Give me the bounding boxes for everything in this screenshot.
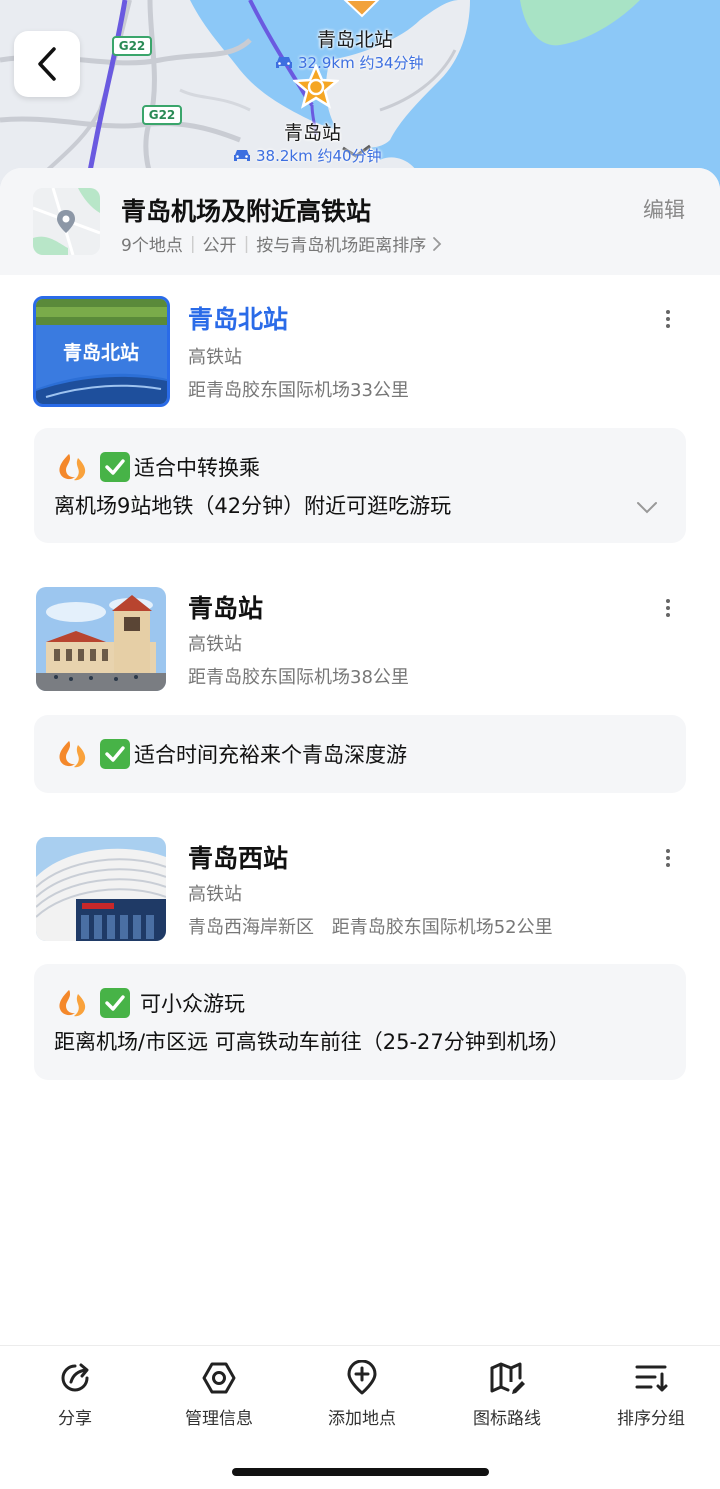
- place-note[interactable]: 可小众游玩 距离机场/市区远 可高铁动车前往（25-27分钟到机场）: [34, 964, 686, 1080]
- note-title-row: 适合时间充裕来个青岛深度游: [56, 739, 407, 769]
- flame-icon: [59, 990, 86, 1017]
- map-route-icon: [490, 1362, 525, 1394]
- sort-group-button[interactable]: 排序分组: [591, 1360, 711, 1429]
- place-area: 青岛西海岸新区: [188, 917, 314, 938]
- list-title: 青岛机场及附近高铁站: [121, 197, 372, 226]
- divider: |: [189, 233, 196, 254]
- flame-icon: [59, 741, 86, 768]
- note-title: 适合中转换乘: [134, 456, 260, 480]
- station-photo: [36, 587, 166, 691]
- place-name[interactable]: 青岛北站: [188, 300, 288, 336]
- visibility-status: 公开: [202, 236, 237, 256]
- list-meta: 9个地点 | 公开 | 按与青岛机场距离排序: [121, 231, 442, 256]
- car-icon: [276, 56, 292, 68]
- place-photo[interactable]: [36, 587, 166, 691]
- chevron-left-icon: [38, 47, 56, 81]
- note-title-row: 适合中转换乘: [56, 452, 260, 482]
- place-note[interactable]: 适合时间充裕来个青岛深度游: [34, 715, 686, 793]
- share-icon: [61, 1363, 89, 1392]
- place-count: 9个地点: [121, 236, 183, 256]
- edit-button[interactable]: 编辑: [643, 194, 685, 224]
- place-distance: 青岛西海岸新区 距青岛胶东国际机场52公里: [188, 913, 553, 939]
- note-title: 适合时间充裕来个青岛深度游: [134, 743, 407, 767]
- place-item[interactable]: 青岛西站 高铁站 青岛西海岸新区 距青岛胶东国际机场52公里: [0, 837, 720, 943]
- chevron-down-icon[interactable]: [636, 501, 658, 514]
- toolbar-label: 图标路线: [473, 1409, 541, 1429]
- list-thumbnail[interactable]: [33, 188, 100, 255]
- flame-icon: [59, 454, 86, 481]
- station-photo: 青岛北站: [36, 299, 167, 404]
- sort-option[interactable]: 按与青岛机场距离排序: [256, 231, 426, 256]
- map-thumbnail-icon: [33, 188, 100, 255]
- more-options-icon[interactable]: [660, 308, 676, 330]
- check-mark-icon: [100, 452, 130, 482]
- toolbar-label: 添加地点: [328, 1409, 396, 1429]
- note-body: 离机场9站地铁（42分钟）附近可逛吃游玩: [54, 494, 452, 518]
- map-label-station[interactable]: 青岛站: [284, 118, 341, 145]
- home-indicator[interactable]: [232, 1468, 489, 1476]
- check-mark-icon: [100, 988, 130, 1018]
- toolbar-label: 分享: [58, 1409, 92, 1429]
- map-route-button[interactable]: 图标路线: [447, 1360, 567, 1429]
- check-mark-icon: [100, 739, 130, 769]
- car-icon: [234, 149, 250, 161]
- place-distance-text: 距青岛胶东国际机场52公里: [331, 917, 553, 938]
- share-button[interactable]: 分享: [15, 1360, 135, 1429]
- back-button[interactable]: [14, 31, 80, 97]
- road-shield: G22: [142, 105, 182, 125]
- bottom-toolbar: 分享 管理信息 添加地点 图标路线 排序分组: [0, 1345, 720, 1489]
- note-body: 距离机场/市区远 可高铁动车前往（25-27分钟到机场）: [54, 1030, 570, 1054]
- svg-text:青岛北站: 青岛北站: [63, 341, 139, 364]
- place-item[interactable]: 青岛站 高铁站 距青岛胶东国际机场38公里: [0, 587, 720, 693]
- more-options-icon[interactable]: [660, 847, 676, 869]
- station-photo: [36, 837, 166, 941]
- place-name[interactable]: 青岛西站: [188, 839, 288, 875]
- star-location-marker-icon[interactable]: [293, 64, 339, 110]
- place-distance: 距青岛胶东国际机场38公里: [188, 667, 409, 688]
- manage-info-button[interactable]: 管理信息: [159, 1360, 279, 1429]
- note-title: 可小众游玩: [140, 992, 245, 1016]
- add-location-button[interactable]: 添加地点: [302, 1360, 422, 1429]
- more-options-icon[interactable]: [660, 597, 676, 619]
- place-photo[interactable]: 青岛北站: [33, 296, 170, 407]
- place-item[interactable]: 青岛北站 青岛北站 高铁站 距青岛胶东国际机场33公里: [0, 296, 720, 416]
- map-route-info: 38.2km 约40分钟: [232, 145, 382, 166]
- road-shield: G22: [112, 36, 152, 56]
- chevron-right-icon: [433, 236, 442, 251]
- toolbar-label: 管理信息: [185, 1409, 253, 1429]
- place-type: 高铁站: [188, 634, 242, 655]
- add-location-icon: [347, 1360, 377, 1395]
- places-sheet[interactable]: 青岛机场及附近高铁站 9个地点 | 公开 | 按与青岛机场距离排序 编辑 青岛北…: [0, 168, 720, 1345]
- place-note[interactable]: 适合中转换乘 离机场9站地铁（42分钟）附近可逛吃游玩: [34, 428, 686, 543]
- toolbar-label: 排序分组: [617, 1409, 685, 1429]
- note-title-row: 可小众游玩: [56, 988, 245, 1018]
- place-photo[interactable]: [36, 837, 166, 941]
- place-distance: 距青岛胶东国际机场33公里: [188, 380, 409, 401]
- place-name[interactable]: 青岛站: [188, 589, 263, 625]
- map-label-station[interactable]: 青岛北站: [317, 25, 393, 52]
- sort-list-icon: [635, 1365, 668, 1392]
- list-header: 青岛机场及附近高铁站 9个地点 | 公开 | 按与青岛机场距离排序 编辑: [0, 168, 720, 275]
- divider: |: [243, 233, 250, 254]
- place-type: 高铁站: [188, 884, 242, 905]
- place-type: 高铁站: [188, 347, 242, 368]
- hexagon-settings-icon: [202, 1362, 236, 1394]
